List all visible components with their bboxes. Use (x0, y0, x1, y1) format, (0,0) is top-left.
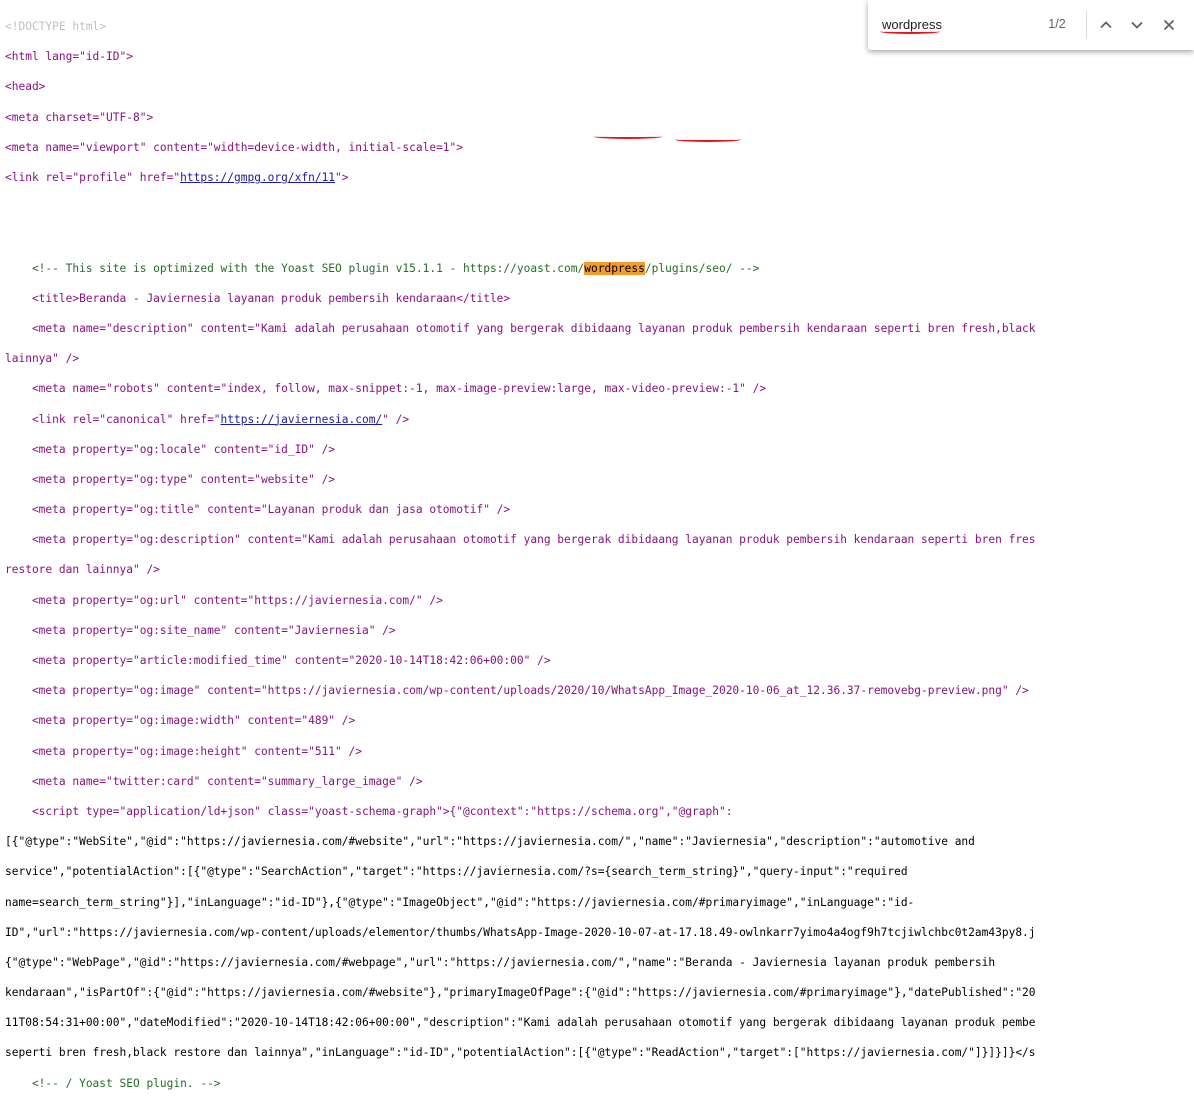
previous-match-button[interactable] (1094, 13, 1118, 37)
source-line-27: <script type="application/ld+json" class… (5, 804, 733, 818)
source-line-33: kendaraan","isPartOf":{"@id":"https://ja… (5, 986, 1036, 1000)
source-line-21: <meta property="og:site_name" content="J… (5, 623, 396, 637)
source-line-36: <!-- / Yoast SEO plugin. --> (5, 1076, 221, 1090)
source-line-28: [{"@type":"WebSite","@id":"https://javie… (5, 835, 975, 849)
source-line-19: restore dan lainnya" /> (5, 563, 160, 577)
chevron-up-icon (1100, 21, 1112, 29)
source-line-29: service","potentialAction":[{"@type":"Se… (5, 865, 908, 879)
source-line-34: 11T08:54:31+00:00","dateModified":"2020-… (5, 1016, 1036, 1030)
source-line-9: <!-- This site is optimized with the Yoa… (5, 261, 1194, 276)
source-line-14-start: <link rel="canonical" href=" (5, 412, 221, 426)
find-match-highlight: wordpress (584, 261, 645, 275)
profile-link[interactable]: https://gmpg.org/xfn/11 (180, 171, 335, 184)
yoast-comment-end: /plugins/seo/ --> (644, 261, 760, 275)
source-line-17: <meta property="og:title" content="Layan… (5, 503, 511, 517)
page-source-view: <!DOCTYPE html> <html lang="id-ID"> <hea… (5, 4, 1194, 1104)
yoast-comment-start: <!-- This site is optimized with the Yoa… (5, 261, 585, 275)
source-line-13: <meta name="robots" content="index, foll… (5, 382, 767, 396)
source-line-6-start: <link rel="profile" href=" (5, 171, 181, 185)
find-bar-divider (1086, 11, 1087, 39)
canonical-link[interactable]: https://javiernesia.com/ (221, 413, 383, 426)
source-line-10: <title>Beranda - Javiernesia layanan pro… (5, 291, 511, 305)
source-line-6: <link rel="profile" href="https://gmpg.o… (5, 170, 1194, 185)
next-match-button[interactable] (1125, 13, 1149, 37)
match-count: 1/2 (1048, 17, 1066, 31)
source-line-25: <meta property="og:image:height" content… (5, 744, 362, 758)
source-line-20: <meta property="og:url" content="https:/… (5, 593, 443, 607)
source-line-35: seperti bren fresh,black restore dan lai… (5, 1046, 1036, 1060)
source-line-23: <meta property="og:image" content="https… (5, 684, 1029, 698)
source-line-26: <meta name="twitter:card" content="summa… (5, 774, 423, 788)
source-line-11: <meta name="description" content="Kami a… (5, 321, 1036, 335)
source-line-22: <meta property="article:modified_time" c… (5, 654, 551, 668)
source-line-14-end: " /> (382, 412, 410, 426)
close-find-button[interactable] (1157, 13, 1181, 37)
source-line-16: <meta property="og:type" content="websit… (5, 472, 336, 486)
source-line-18: <meta property="og:description" content=… (5, 533, 1036, 547)
source-line-31: ID","url":"https://javiernesia.com/wp-co… (5, 925, 1036, 939)
source-line-12: lainnya" /> (5, 352, 80, 366)
source-line-2: <html lang="id-ID"> (5, 50, 133, 64)
source-line-32: {"@type":"WebPage","@id":"https://javier… (5, 955, 996, 969)
find-bar: 1/2 (868, 0, 1194, 50)
source-line-4: <meta charset="UTF-8"> (5, 110, 154, 124)
source-line-3: <head> (5, 80, 46, 94)
source-line-5: <meta name="viewport" content="width=dev… (5, 140, 464, 154)
find-input[interactable] (882, 14, 1022, 34)
source-line-30: name=search_term_string"}],"inLanguage":… (5, 895, 915, 909)
source-line-15: <meta property="og:locale" content="id_I… (5, 442, 336, 456)
source-line-6-end: "> (335, 171, 349, 185)
chevron-down-icon (1131, 21, 1143, 29)
source-line-14: <link rel="canonical" href="https://javi… (5, 412, 1194, 427)
close-icon (1163, 19, 1175, 31)
source-line-24: <meta property="og:image:width" content=… (5, 714, 356, 728)
